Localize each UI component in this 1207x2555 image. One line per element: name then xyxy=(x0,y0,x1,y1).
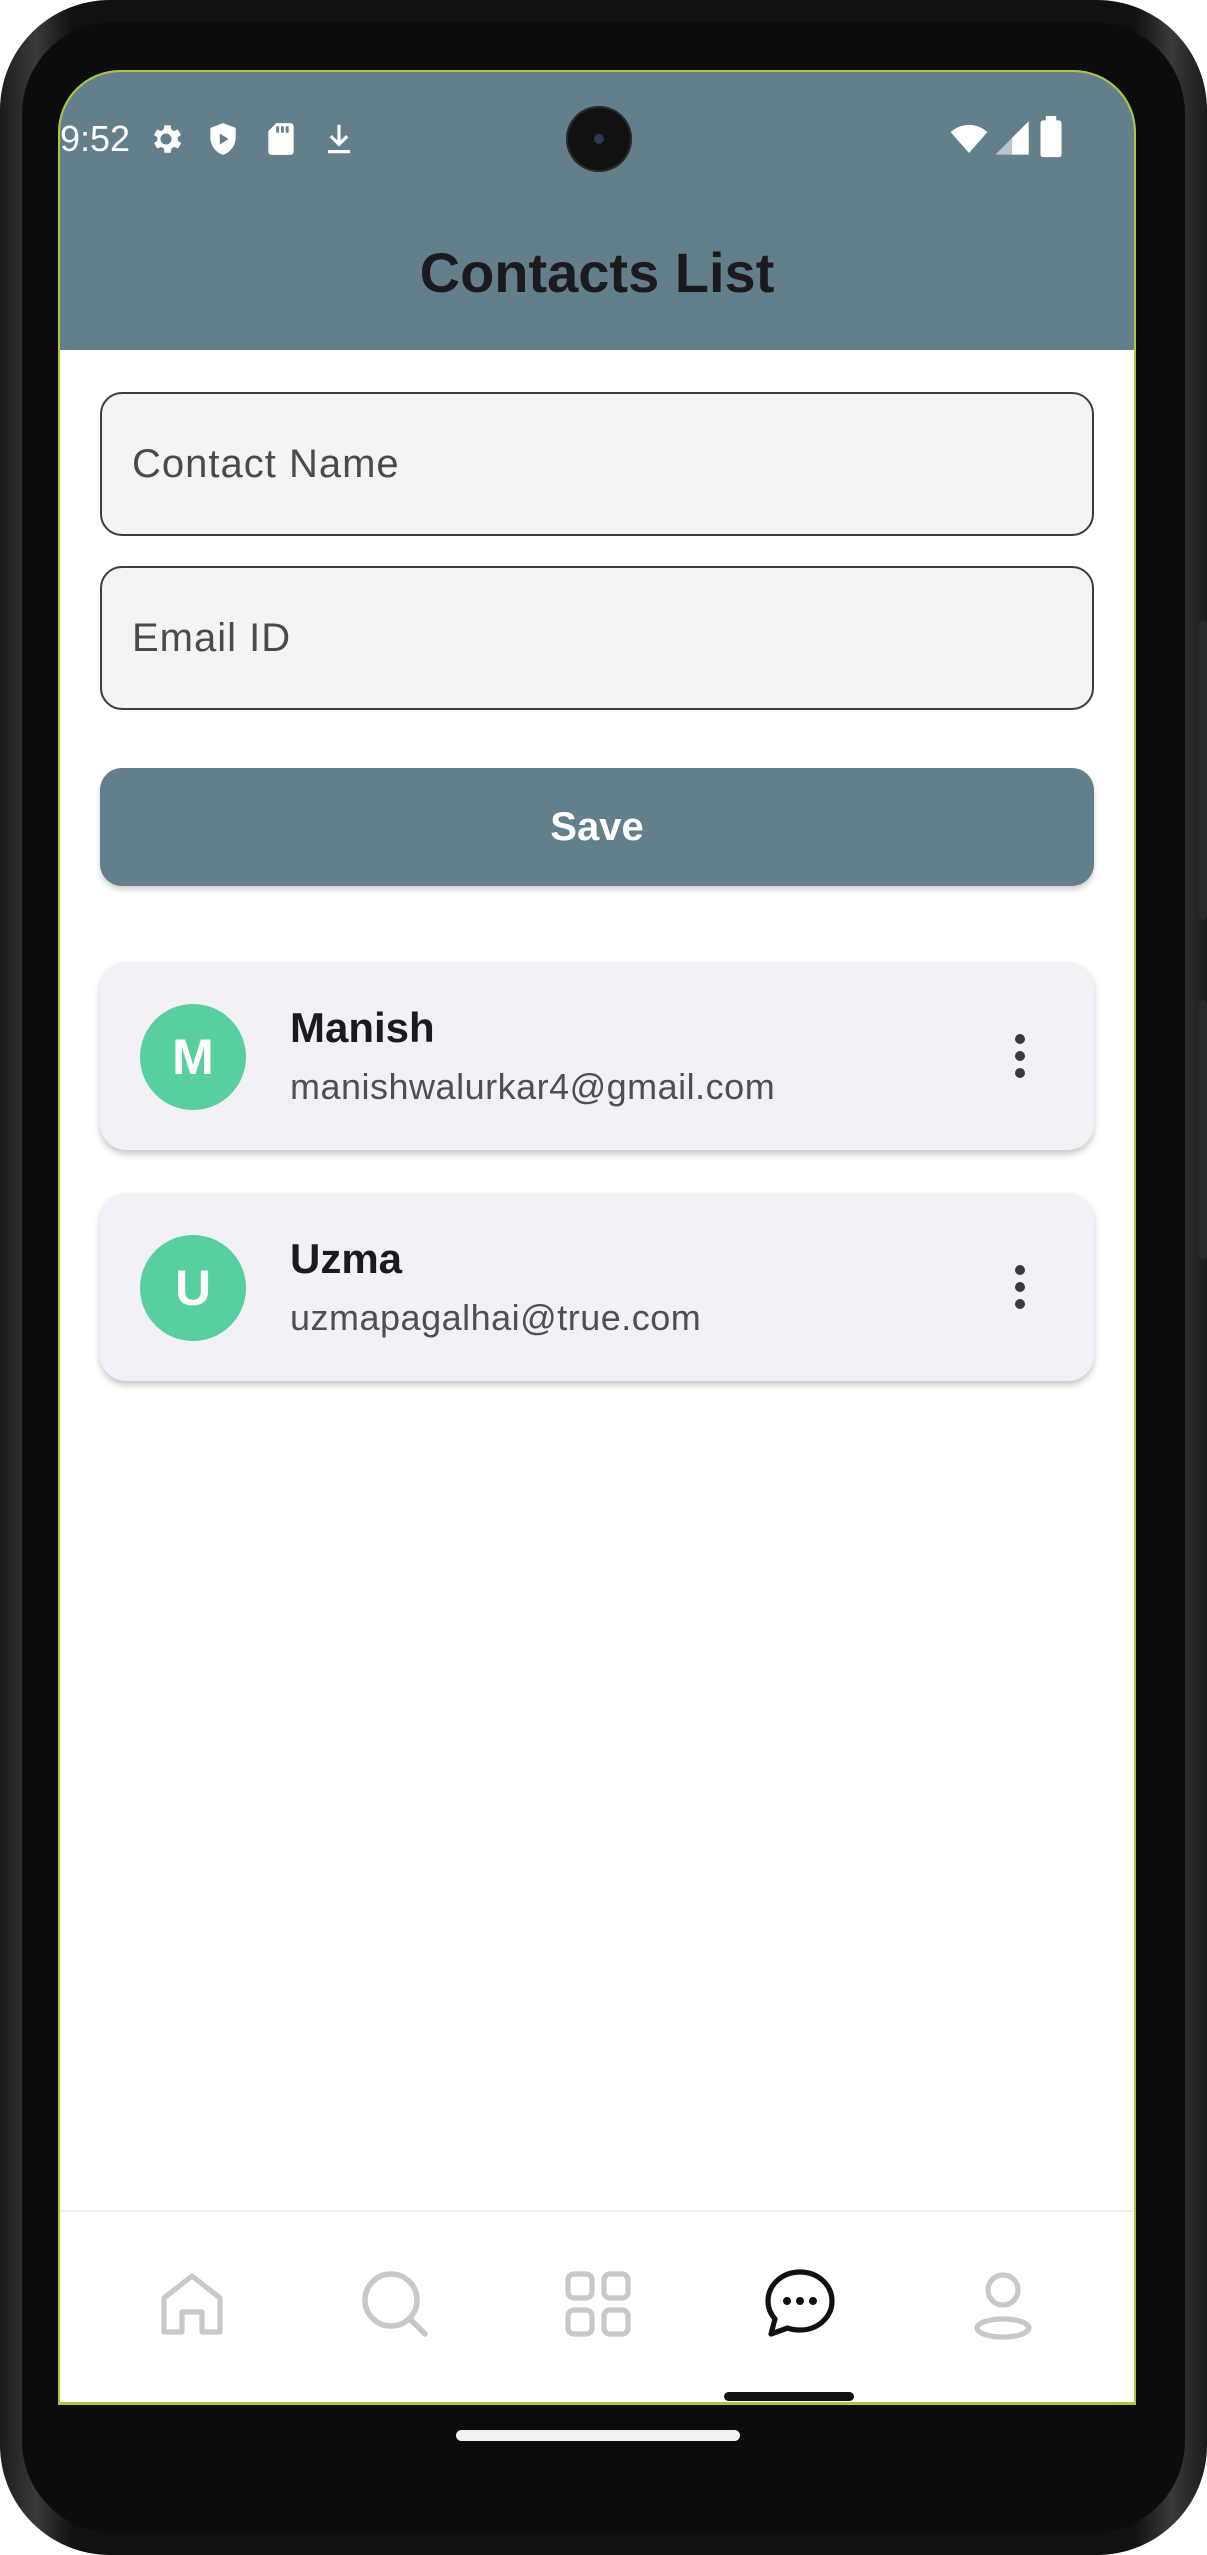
email-id-field[interactable] xyxy=(100,566,1094,710)
home-icon[interactable] xyxy=(152,2264,232,2344)
avatar: U xyxy=(140,1235,246,1341)
power-button xyxy=(1199,620,1207,920)
gesture-bar[interactable] xyxy=(456,2430,740,2441)
bottom-navigation xyxy=(60,2210,1134,2402)
search-icon[interactable] xyxy=(355,2264,435,2344)
email-id-input[interactable] xyxy=(102,568,1092,708)
contact-name-field[interactable] xyxy=(100,392,1094,536)
status-time: 9:52 xyxy=(60,118,131,159)
save-button[interactable]: Save xyxy=(100,768,1094,886)
contact-email: manishwalurkar4@gmail.com xyxy=(290,1066,776,1107)
volume-button xyxy=(1199,1000,1207,1260)
battery-icon xyxy=(1040,116,1062,158)
contact-name-input[interactable] xyxy=(102,394,1092,534)
grid-icon[interactable] xyxy=(558,2264,638,2344)
contact-card[interactable]: M Manish manishwalurkar4@gmail.com xyxy=(100,962,1094,1150)
contact-name: Uzma xyxy=(290,1235,403,1282)
selected-tab-indicator xyxy=(724,2392,854,2401)
profile-icon[interactable] xyxy=(963,2264,1043,2344)
wifi-icon xyxy=(950,124,988,153)
avatar: M xyxy=(140,1004,246,1110)
shield-icon xyxy=(210,123,236,155)
contact-card[interactable]: U Uzma uzmapagalhai@true.com xyxy=(100,1193,1094,1381)
front-camera xyxy=(566,106,632,172)
app-bar: 9:52 Contacts List xyxy=(60,72,1134,350)
more-options-icon[interactable] xyxy=(996,1253,1044,1321)
sd-card-icon xyxy=(268,123,294,155)
contact-name: Manish xyxy=(290,1004,435,1051)
screen: 9:52 Contacts List Contact Name Email ID… xyxy=(58,70,1136,2405)
page-title: Contacts List xyxy=(419,241,775,304)
signal-icon xyxy=(995,121,1029,155)
status-bar: 9:52 xyxy=(60,72,1134,202)
download-icon xyxy=(327,124,351,154)
contact-email: uzmapagalhai@true.com xyxy=(290,1297,702,1338)
more-options-icon[interactable] xyxy=(996,1022,1044,1090)
chat-icon[interactable] xyxy=(760,2264,840,2344)
gear-icon xyxy=(153,125,182,153)
